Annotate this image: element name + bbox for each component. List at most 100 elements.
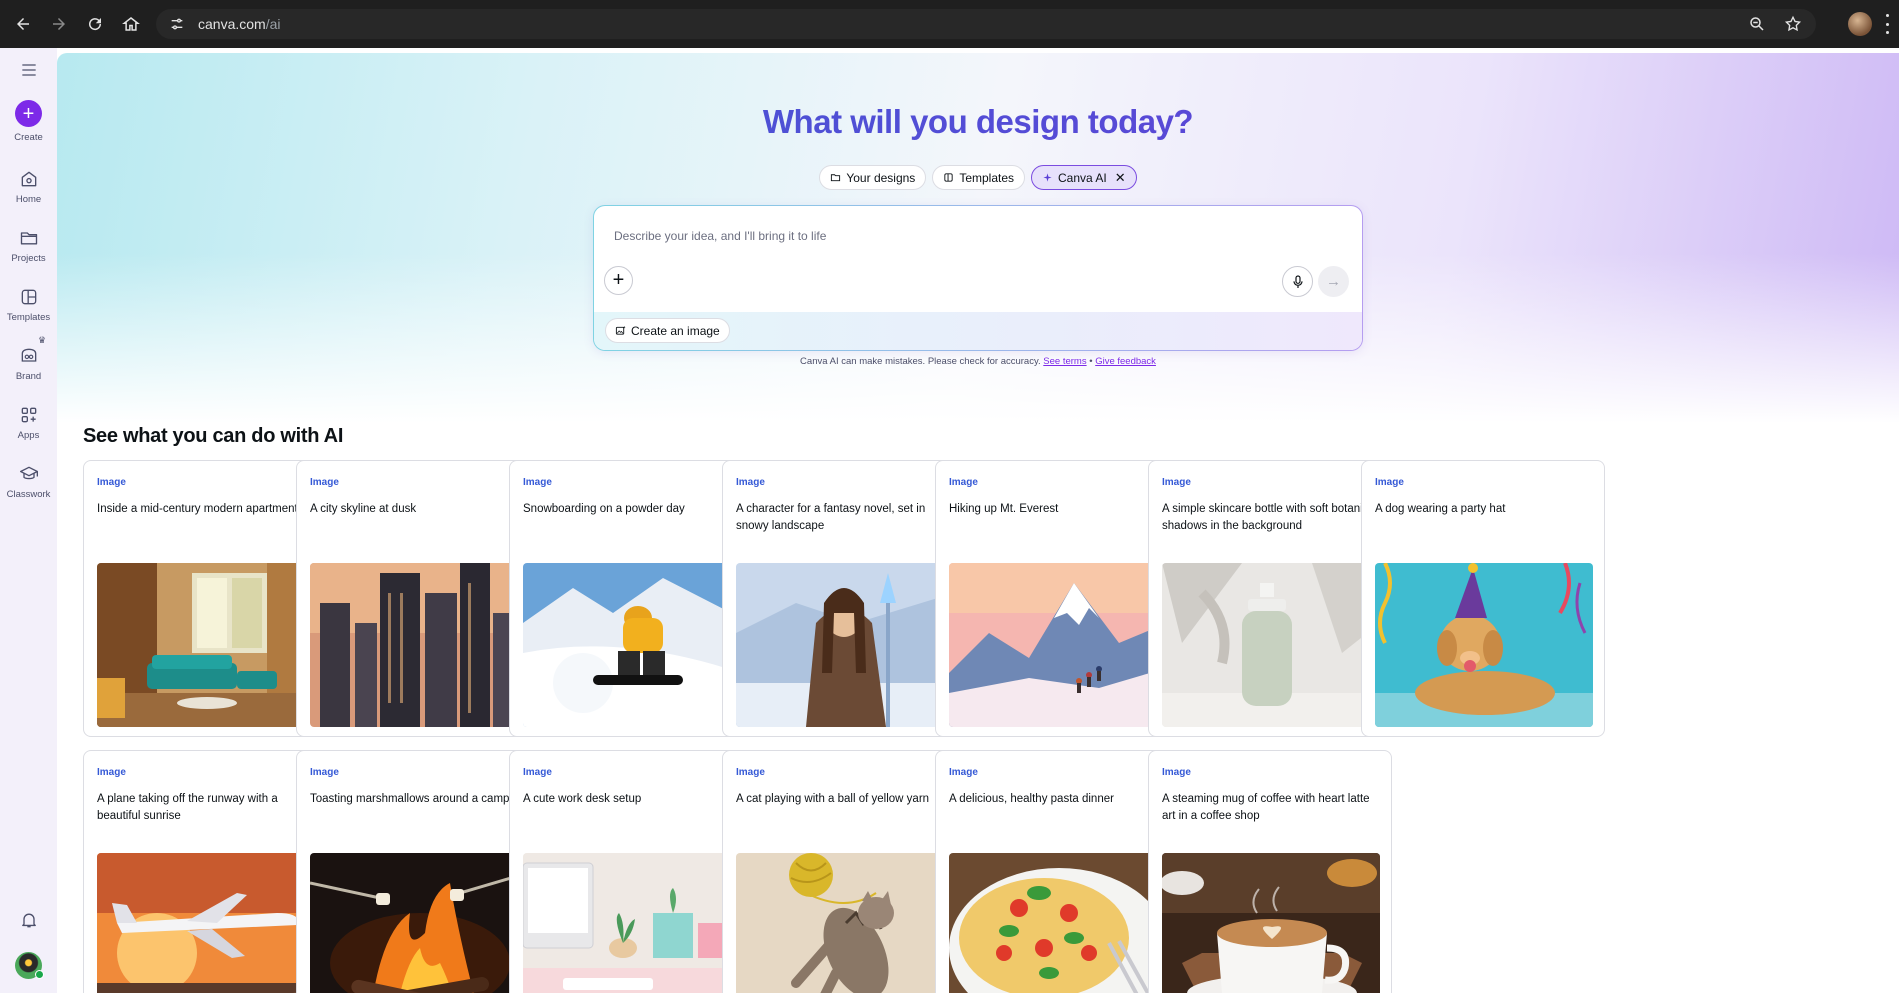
card-example-image: [97, 563, 315, 727]
pill-label: Templates: [959, 170, 1015, 185]
reload-button[interactable]: [78, 7, 112, 41]
sidebar: + Create Home Projects Templates ♛ Brand…: [0, 48, 57, 993]
card-type-tag: Image: [310, 767, 339, 778]
send-button[interactable]: →: [1318, 266, 1349, 297]
ai-example-card[interactable]: Image Hiking up Mt. Everest: [935, 460, 1179, 737]
arrow-right-icon: →: [1326, 273, 1341, 290]
bookmark-star-icon[interactable]: [1784, 15, 1802, 33]
ai-example-card[interactable]: Image A city skyline at dusk: [296, 460, 540, 737]
section-title: See what you can do with AI: [83, 425, 344, 447]
ai-prompt-box: Describe your idea, and I'll bring it to…: [593, 205, 1363, 351]
sidebar-item-label: Templates: [6, 312, 51, 323]
ai-example-card[interactable]: Image Inside a mid-century modern apartme…: [83, 460, 327, 737]
folder-icon: [20, 232, 37, 245]
pill-canva-ai[interactable]: Canva AI ✕: [1031, 165, 1137, 190]
card-example-image: [310, 853, 528, 993]
browser-menu-icon[interactable]: [1886, 14, 1892, 34]
sidebar-item-label: Apps: [17, 430, 40, 441]
sidebar-item-classwork[interactable]: Classwork: [0, 464, 57, 500]
sidebar-item-label: Classwork: [6, 489, 51, 500]
card-example-image: [949, 563, 1167, 727]
card-description: A dog wearing a party hat: [1375, 503, 1506, 515]
card-type-tag: Image: [736, 767, 765, 778]
add-attachment-button[interactable]: +: [604, 266, 633, 295]
card-description: Inside a mid-century modern apartment: [97, 503, 298, 515]
card-example-image: [97, 853, 315, 993]
card-type-tag: Image: [1162, 767, 1191, 778]
address-bar[interactable]: canva.com/ai: [156, 9, 1816, 39]
ai-example-card[interactable]: Image Toasting marshmallows around a camp…: [296, 750, 540, 993]
ai-example-card[interactable]: Image A dog wearing a party hat: [1361, 460, 1605, 737]
arrow-left-icon: [17, 18, 29, 30]
ai-example-card[interactable]: Image A steaming mug of coffee with heart…: [1148, 750, 1392, 993]
site-settings-icon[interactable]: [162, 16, 192, 32]
home-button[interactable]: [114, 7, 148, 41]
card-example-image: [1375, 563, 1593, 727]
zoom-icon[interactable]: [1748, 15, 1766, 33]
give-feedback-link[interactable]: Give feedback: [1095, 356, 1156, 367]
browser-toolbar: canva.com/ai: [0, 0, 1899, 48]
pill-your-designs[interactable]: Your designs: [819, 165, 927, 190]
status-badge: [35, 970, 44, 979]
home-icon: [122, 17, 140, 31]
card-example-image: [523, 563, 741, 727]
card-type-tag: Image: [949, 767, 978, 778]
sidebar-item-home[interactable]: Home: [0, 169, 57, 205]
url-path: /ai: [265, 16, 281, 32]
ai-example-card[interactable]: Image A delicious, healthy pasta dinner: [935, 750, 1179, 993]
folder-icon: [831, 174, 841, 182]
card-example-image: [736, 563, 954, 727]
back-button[interactable]: [6, 7, 40, 41]
card-example-image: [310, 563, 528, 727]
separator: •: [1089, 356, 1093, 367]
url-text: canva.com/ai: [198, 16, 281, 32]
sidebar-item-label: Brand: [15, 371, 42, 382]
microphone-icon: [1292, 274, 1303, 288]
card-type-tag: Image: [736, 477, 765, 488]
ai-example-card[interactable]: Image A cute work desk setup: [509, 750, 753, 993]
pill-templates[interactable]: Templates: [932, 165, 1026, 190]
sidebar-item-create[interactable]: + Create: [0, 100, 57, 143]
card-type-tag: Image: [523, 767, 552, 778]
card-description: A plane taking off the runway with a bea…: [97, 793, 278, 822]
home-icon: [21, 171, 36, 187]
main-content: What will you design today? Your designs…: [57, 53, 1899, 993]
forward-button[interactable]: [42, 7, 76, 41]
card-type-tag: Image: [949, 477, 978, 488]
ai-example-card[interactable]: Image A simple skincare bottle with soft …: [1148, 460, 1392, 737]
sidebar-item-apps[interactable]: Apps: [0, 405, 57, 441]
image-sparkle-icon: [615, 325, 626, 335]
card-description: A cute work desk setup: [523, 793, 642, 805]
browser-profile-avatar[interactable]: [1848, 12, 1872, 36]
page-title: What will you design today?: [57, 103, 1899, 141]
ai-example-card[interactable]: Image A cat playing with a ball of yellow…: [722, 750, 966, 993]
prompt-input[interactable]: Describe your idea, and I'll bring it to…: [614, 229, 826, 243]
ai-example-card[interactable]: Image A character for a fantasy novel, se…: [722, 460, 966, 737]
close-icon[interactable]: ✕: [1115, 170, 1126, 186]
menu-toggle-button[interactable]: [0, 60, 57, 80]
arrow-right-icon: [53, 18, 65, 30]
microphone-button[interactable]: [1282, 266, 1313, 297]
card-description: Toasting marshmallows around a campfire: [310, 793, 526, 805]
ai-disclaimer: Canva AI can make mistakes. Please check…: [57, 356, 1899, 367]
create-image-button[interactable]: Create an image: [605, 318, 730, 343]
card-example-image: [523, 853, 741, 993]
sidebar-item-projects[interactable]: Projects: [0, 228, 57, 264]
notifications-button[interactable]: [0, 910, 57, 930]
card-type-tag: Image: [97, 477, 126, 488]
card-example-image: [1162, 563, 1380, 727]
ai-example-card[interactable]: Image A plane taking off the runway with …: [83, 750, 327, 993]
sidebar-item-label: Create: [14, 132, 43, 143]
card-description: A cat playing with a ball of yellow yarn: [736, 793, 930, 805]
card-description: Snowboarding on a powder day: [523, 503, 685, 515]
sidebar-item-label: Projects: [11, 253, 46, 264]
plus-icon: +: [612, 269, 625, 291]
card-description: A character for a fantasy novel, set in …: [736, 503, 926, 532]
templates-icon: [21, 289, 36, 305]
card-description: A steaming mug of coffee with heart latt…: [1162, 793, 1370, 822]
card-description: A delicious, healthy pasta dinner: [949, 793, 1114, 805]
ai-example-card[interactable]: Image Snowboarding on a powder day: [509, 460, 753, 737]
sidebar-item-templates[interactable]: Templates: [0, 287, 57, 323]
sidebar-item-brand[interactable]: Brand: [0, 346, 57, 382]
see-terms-link[interactable]: See terms: [1043, 356, 1086, 367]
